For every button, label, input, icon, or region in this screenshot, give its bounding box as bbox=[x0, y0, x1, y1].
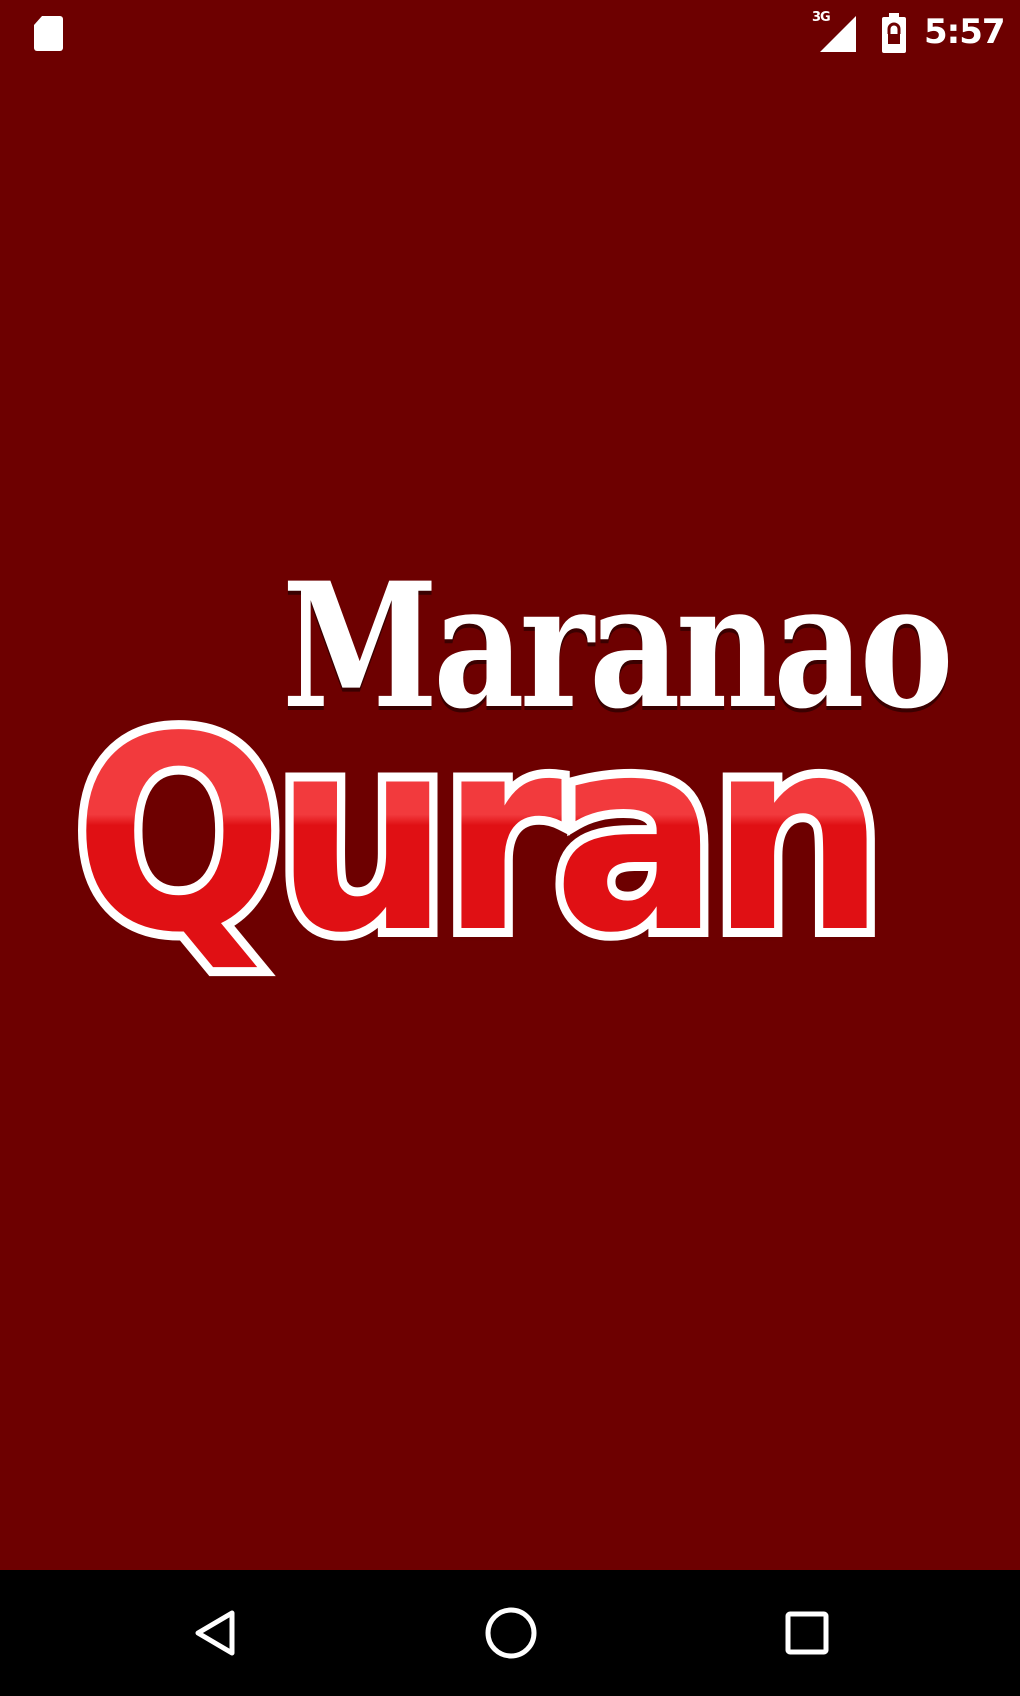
app-logo: Maranao Quran Quran bbox=[0, 560, 1020, 1060]
logo-title-quran: Quran bbox=[74, 680, 886, 992]
battery-icon bbox=[882, 13, 906, 53]
status-bar: 3G 5:57 bbox=[0, 0, 1020, 66]
signal-icon bbox=[820, 16, 856, 52]
back-icon bbox=[195, 1610, 235, 1656]
recents-button[interactable] bbox=[774, 1600, 840, 1666]
recents-icon bbox=[785, 1611, 829, 1655]
sd-card-icon bbox=[34, 16, 63, 51]
home-button[interactable] bbox=[478, 1600, 544, 1666]
back-button[interactable] bbox=[182, 1600, 248, 1666]
status-clock: 5:57 bbox=[924, 12, 1006, 52]
home-icon bbox=[485, 1607, 537, 1659]
splash-screen: 3G 5:57 Maranao Quran Quran bbox=[0, 0, 1020, 1696]
navigation-bar bbox=[0, 1570, 1020, 1696]
